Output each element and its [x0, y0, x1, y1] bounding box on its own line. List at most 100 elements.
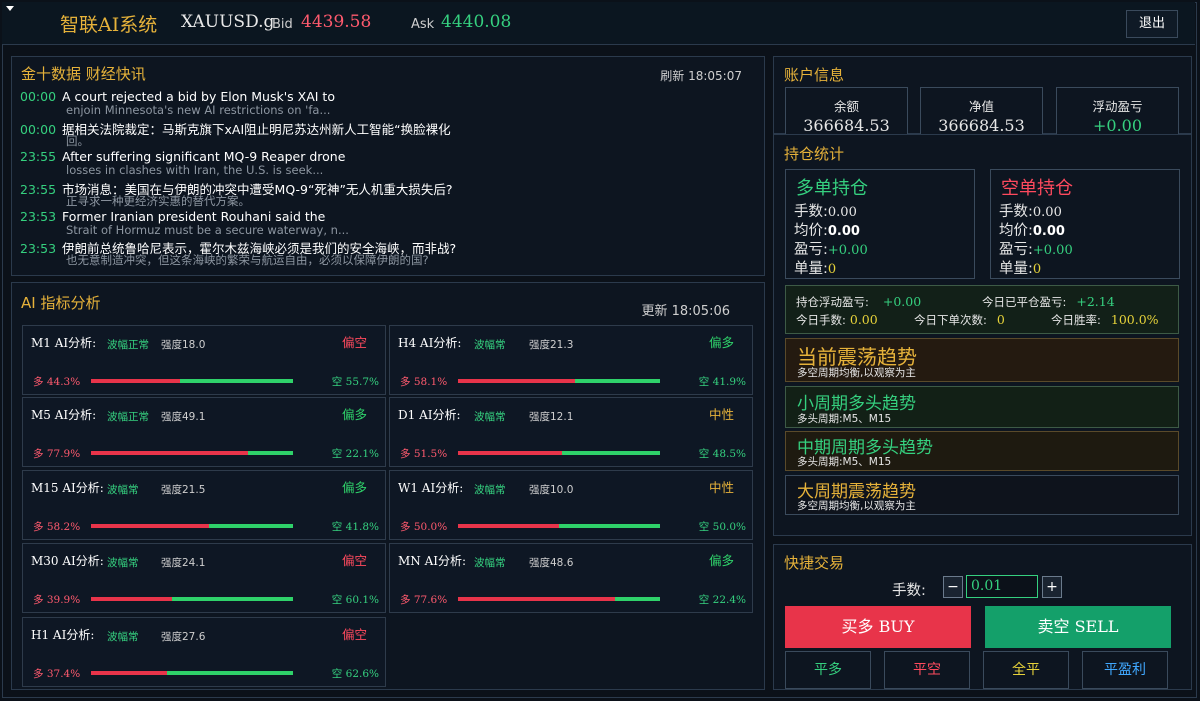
lots-decrease-button[interactable]: −: [943, 576, 963, 598]
ai-card-bear-pct: 空 50.0%: [698, 521, 746, 533]
ai-title: AI 指标分析: [21, 294, 101, 312]
ai-card-bull-fill: [91, 597, 172, 601]
ai-card-strength: 强度48.6: [529, 557, 574, 569]
ai-card-volatility: 波幅常: [107, 484, 139, 496]
floating-pnl-value: +0.00: [1092, 116, 1143, 135]
long-lots-row: 手数:0.00: [794, 204, 857, 220]
ai-card-bull-pct: 多 77.9%: [33, 448, 81, 460]
news-item-summary: 也无意制造冲突，但这条海峡的繁荣与航运自由，必须以保障伊朗的国?: [66, 253, 429, 267]
ai-card-bear-pct: 空 55.7%: [331, 376, 379, 388]
ai-card-bear-pct: 空 41.8%: [331, 521, 379, 533]
trend-short-period: 小周期多头趋势 多头周期:M5、M15: [785, 386, 1179, 428]
news-item[interactable]: 23:53 Former Iranian president Rouhani sa…: [20, 209, 325, 224]
ai-card-strength: 强度49.1: [161, 411, 206, 423]
close-profit-button[interactable]: 平盈利: [1082, 651, 1168, 689]
ai-card: M15 AI分析: 波幅常 强度21.5 偏多多 58.2% 空 41.8%: [22, 470, 386, 540]
ai-card: M1 AI分析: 波幅正常 强度18.0 偏空多 44.3% 空 55.7%: [22, 325, 386, 395]
account-title: 账户信息: [784, 66, 845, 84]
ai-card-bull-fill: [91, 671, 167, 675]
ai-card-volatility: 波幅常: [474, 557, 506, 569]
ai-card-title: W1 AI分析:: [398, 481, 464, 495]
positions-title: 持仓统计: [784, 145, 845, 163]
short-avg-row: 均价:0.00: [999, 223, 1065, 239]
equity-box: 净值 366684.53: [920, 87, 1043, 135]
ai-card-strength: 强度21.5: [161, 484, 206, 496]
long-positions-box: 多单持仓 手数:0.00 均价:0.00 盈亏:+0.00 单量:0: [785, 169, 975, 279]
ai-card-ratio-bar: [91, 524, 293, 528]
short-positions-header: 空单持仓: [1001, 178, 1073, 199]
ai-card-ratio-bar: [458, 597, 660, 601]
ai-card-signal: 偏多: [341, 480, 367, 495]
window-menu-icon[interactable]: [6, 6, 14, 11]
lots-input[interactable]: 0.01: [966, 575, 1038, 598]
today-closed-pnl: 今日已平仓盈亏: +2.14: [982, 294, 1115, 309]
ai-card-signal: 偏空: [341, 335, 367, 350]
sell-button[interactable]: 卖空 SELL: [985, 606, 1171, 648]
close-long-button[interactable]: 平多: [785, 651, 871, 689]
trend-mid-period: 中期周期多头趋势 多头周期:M5、M15: [785, 431, 1179, 471]
balance-label: 余额: [833, 99, 859, 114]
ask-label: Ask: [411, 17, 435, 32]
ai-card-ratio-bar: [458, 379, 660, 383]
position-float-pnl: 持仓浮动盈亏: +0.00: [796, 294, 922, 309]
ai-card-title: H4 AI分析:: [398, 336, 462, 350]
ai-card-bull-pct: 多 58.2%: [33, 521, 81, 533]
ai-card: M30 AI分析: 波幅常 强度24.1 偏空多 39.9% 空 60.1%: [22, 543, 386, 613]
ai-card-signal: 偏空: [341, 627, 367, 642]
ai-card-bull-pct: 多 39.9%: [33, 594, 81, 606]
ai-card-volatility: 波幅常: [474, 411, 506, 423]
ai-card-title: M1 AI分析:: [31, 336, 97, 350]
ai-card-title: H1 AI分析:: [31, 628, 95, 642]
ai-card-ratio-bar: [91, 451, 293, 455]
logout-button[interactable]: 退出: [1126, 10, 1178, 38]
ai-card-ratio-bar: [458, 524, 660, 528]
ai-card-strength: 强度24.1: [161, 557, 206, 569]
ai-card: H4 AI分析: 波幅常 强度21.3 偏多多 58.1% 空 41.9%: [389, 325, 753, 395]
ai-card-bear-pct: 空 62.6%: [331, 668, 379, 680]
ai-card-bull-pct: 多 58.1%: [400, 376, 448, 388]
ai-card-strength: 强度18.0: [161, 339, 206, 351]
short-unit-row: 单量:0: [999, 261, 1042, 277]
ai-card-volatility: 波幅正常: [107, 339, 149, 351]
ai-card-title: MN AI分析:: [398, 554, 467, 568]
ai-card-title: M15 AI分析:: [31, 481, 104, 495]
ai-card-volatility: 波幅常: [107, 557, 139, 569]
bid-label: Bid: [272, 17, 293, 32]
symbol-label: XAUUSD.g: [181, 12, 275, 32]
equity-label: 净值: [968, 99, 994, 114]
app-title: 智联AI系统: [60, 14, 158, 36]
ai-card: W1 AI分析: 波幅常 强度10.0 中性多 50.0% 空 50.0%: [389, 470, 753, 540]
long-avg-row: 均价:0.00: [794, 223, 860, 239]
ai-card-volatility: 波幅常: [474, 339, 506, 351]
lots-increase-button[interactable]: +: [1042, 576, 1062, 598]
news-refresh-time: 刷新 18:05:07: [660, 69, 742, 83]
trend-long-period: 大周期震荡趋势 多空周期均衡,以观察为主: [785, 475, 1179, 515]
short-positions-box: 空单持仓 手数:0.00 均价:0.00 盈亏:+0.00 单量:0: [990, 169, 1180, 279]
news-item-summary: losses in clashes with Iran, the U.S. is…: [66, 163, 324, 177]
ai-card-bear-pct: 空 41.9%: [698, 376, 746, 388]
close-short-button[interactable]: 平空: [884, 651, 970, 689]
floating-pnl-label: 浮动盈亏: [1092, 99, 1143, 114]
ai-card-bull-fill: [458, 524, 559, 528]
ai-card-bull-fill: [458, 597, 615, 601]
ai-card-signal: 中性: [708, 407, 734, 422]
ai-card-ratio-bar: [91, 671, 293, 675]
buy-button[interactable]: 买多 BUY: [785, 606, 971, 648]
ai-card-strength: 强度27.6: [161, 631, 206, 643]
ai-card-ratio-bar: [458, 451, 660, 455]
ai-card: D1 AI分析: 波幅常 强度12.1 中性多 51.5% 空 48.5%: [389, 397, 753, 467]
ai-card-bull-pct: 多 77.6%: [400, 594, 448, 606]
ai-card-signal: 偏多: [708, 553, 734, 568]
short-pnl-row: 盈亏:+0.00: [999, 242, 1073, 258]
news-item[interactable]: 00:00 A court rejected a bid by Elon Musk…: [20, 89, 335, 104]
news-item[interactable]: 23:55 After suffering significant MQ-9 Re…: [20, 149, 345, 164]
ai-card-bull-pct: 多 51.5%: [400, 448, 448, 460]
ai-card-bull-fill: [91, 524, 209, 528]
short-lots-row: 手数:0.00: [999, 204, 1062, 220]
long-unit-row: 单量:0: [794, 261, 837, 277]
ai-card-bear-pct: 空 60.1%: [331, 594, 379, 606]
floating-pnl-box: 浮动盈亏 +0.00: [1056, 87, 1179, 135]
daily-stats-box: 持仓浮动盈亏: +0.00 今日已平仓盈亏: +2.14 今日手数: 0.00 今日下…: [785, 285, 1179, 334]
ai-card-bull-fill: [91, 379, 181, 383]
close-all-button[interactable]: 全平: [983, 651, 1069, 689]
